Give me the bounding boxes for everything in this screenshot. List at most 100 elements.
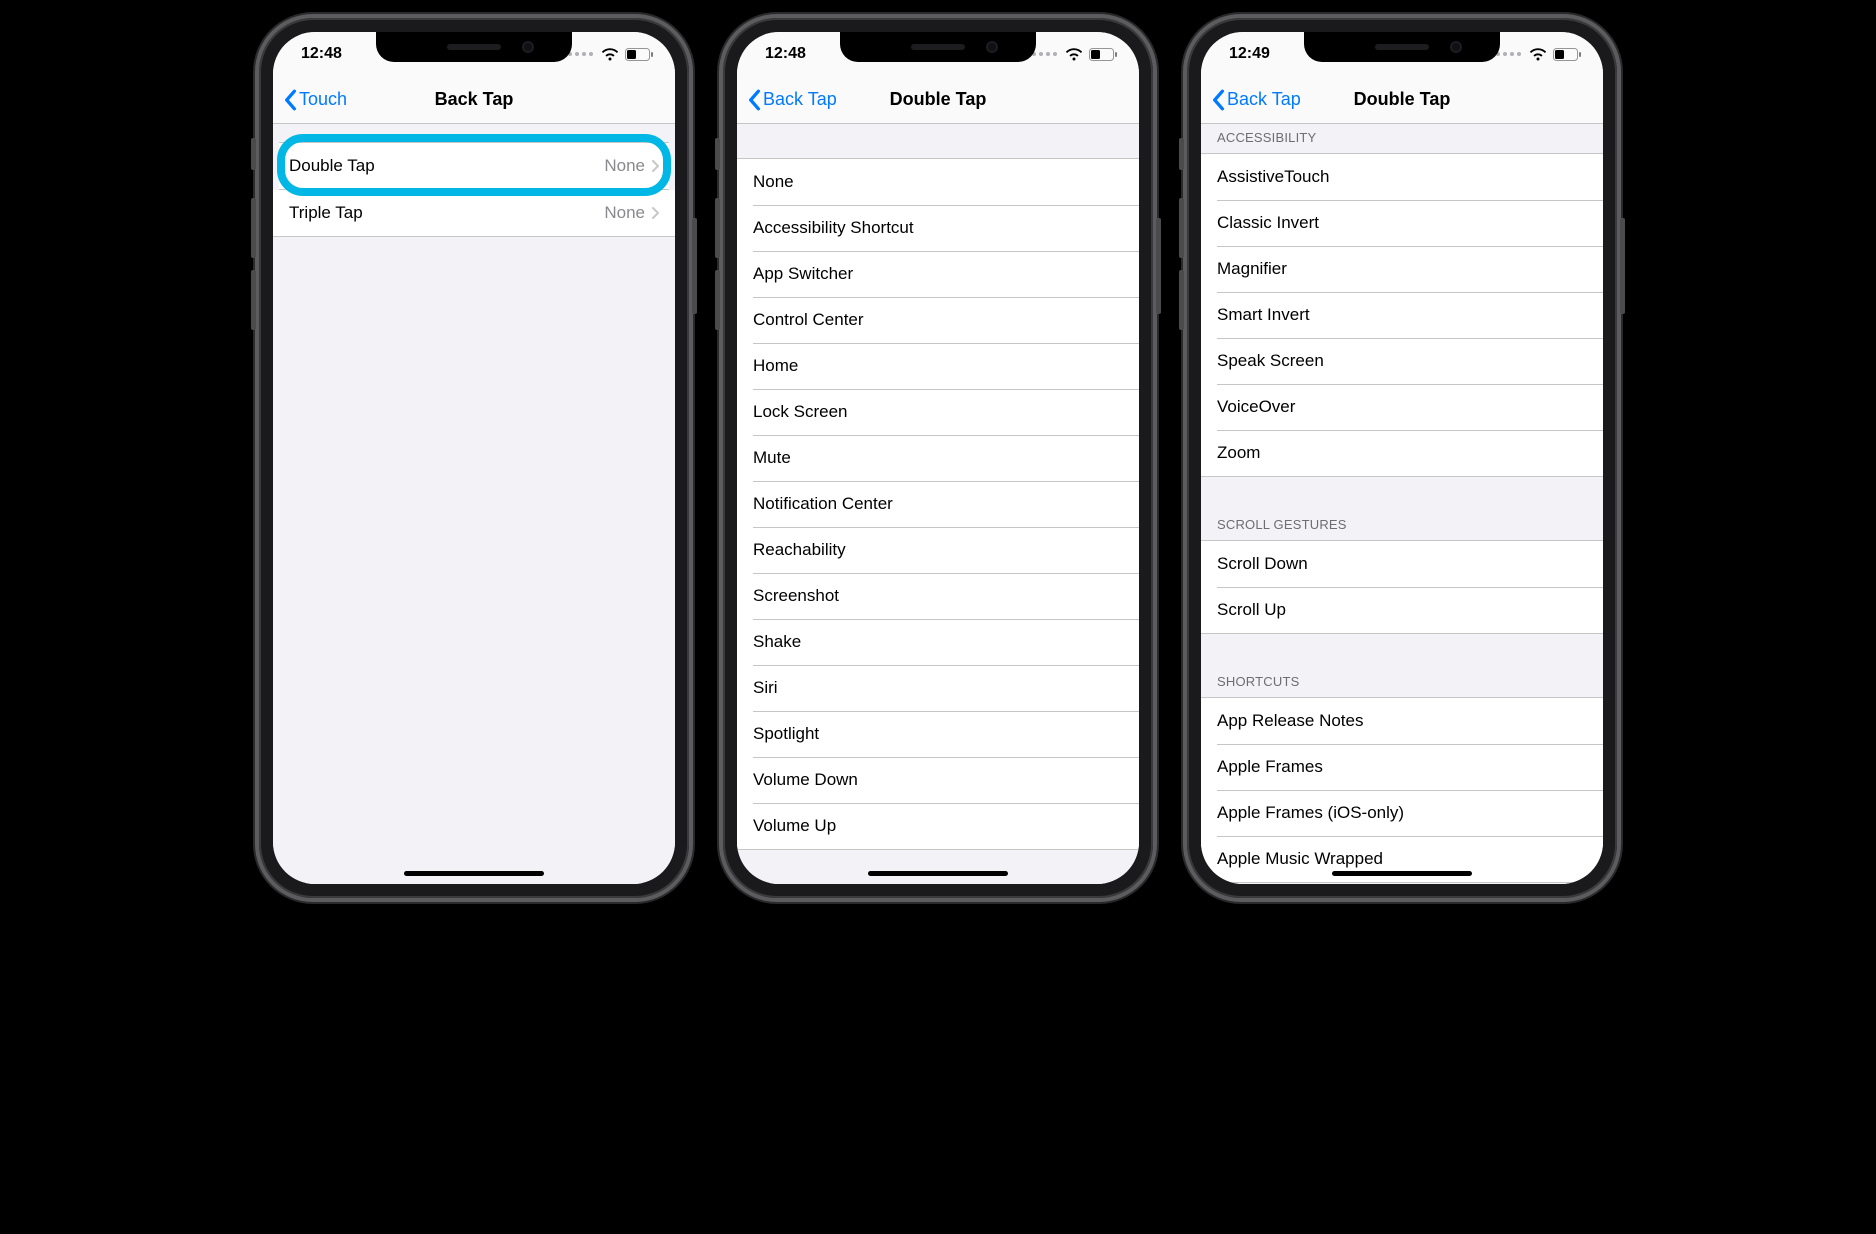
- row-label: Notification Center: [753, 494, 1123, 514]
- row-label: Volume Up: [753, 816, 1123, 836]
- list-row[interactable]: Home: [737, 343, 1139, 389]
- list-row[interactable]: Notification Center: [737, 481, 1139, 527]
- silence-switch[interactable]: [1179, 138, 1184, 170]
- list-row[interactable]: App Switcher: [737, 251, 1139, 297]
- row-label: Apple Music Wrapped: [1217, 849, 1587, 869]
- row-triple-tap[interactable]: Triple Tap None: [273, 190, 675, 236]
- list-row[interactable]: Classic Invert: [1201, 200, 1603, 246]
- phone-frame: 12:48 Touch Back Tap Double Tap None: [259, 18, 689, 898]
- settings-list[interactable]: ACCESSIBILITYAssistiveTouch Classic Inver…: [1201, 124, 1603, 884]
- list-row[interactable]: Shake: [737, 619, 1139, 665]
- notch: [840, 32, 1036, 62]
- list-row[interactable]: Magnifier: [1201, 246, 1603, 292]
- back-button[interactable]: Back Tap: [1211, 89, 1301, 111]
- list-row[interactable]: Accessibility Shortcut: [737, 205, 1139, 251]
- list-row[interactable]: Screenshot: [737, 573, 1139, 619]
- row-value: None: [604, 203, 645, 223]
- row-label: Double Tap: [289, 156, 604, 176]
- volume-down-button[interactable]: [1179, 270, 1184, 330]
- breadcrumb-dots-icon: [1032, 52, 1057, 56]
- back-label: Touch: [299, 89, 347, 110]
- silence-switch[interactable]: [251, 138, 256, 170]
- row-label: Classic Invert: [1217, 213, 1587, 233]
- row-label: Control Center: [753, 310, 1123, 330]
- row-label: Smart Invert: [1217, 305, 1587, 325]
- list-row[interactable]: VoiceOver: [1201, 384, 1603, 430]
- row-label: Triple Tap: [289, 203, 604, 223]
- row-label: Home: [753, 356, 1123, 376]
- group-header: ACCESSIBILITY: [1201, 124, 1603, 153]
- silence-switch[interactable]: [715, 138, 720, 170]
- row-label: Siri: [753, 678, 1123, 698]
- list-row[interactable]: AssistiveTouch: [1201, 154, 1603, 200]
- row-label: Lock Screen: [753, 402, 1123, 422]
- group-header: SCROLL GESTURES: [1201, 511, 1603, 540]
- row-label: Apple Frames (iOS-only): [1217, 803, 1587, 823]
- row-label: Scroll Down: [1217, 554, 1587, 574]
- row-label: Magnifier: [1217, 259, 1587, 279]
- list-row[interactable]: Smart Invert: [1201, 292, 1603, 338]
- wifi-icon: [601, 48, 619, 61]
- volume-down-button[interactable]: [715, 270, 720, 330]
- row-label: App Switcher: [753, 264, 1123, 284]
- back-button[interactable]: Back Tap: [747, 89, 837, 111]
- row-label: Zoom: [1217, 443, 1587, 463]
- power-button[interactable]: [1156, 218, 1161, 314]
- volume-up-button[interactable]: [1179, 198, 1184, 258]
- chevron-left-icon: [283, 89, 297, 111]
- row-double-tap[interactable]: Double Tap None: [279, 143, 669, 189]
- list-row[interactable]: Speak Screen: [1201, 338, 1603, 384]
- list-row[interactable]: Volume Down: [737, 757, 1139, 803]
- list-group: SHORTCUTSApp Release NotesApple FramesAp…: [1201, 668, 1603, 883]
- phone-frame: 12:48 Back Tap Double Tap None Accessibil…: [723, 18, 1153, 898]
- screen: 12:48 Touch Back Tap Double Tap None: [273, 32, 675, 884]
- row-label: Spotlight: [753, 724, 1123, 744]
- nav-bar: Touch Back Tap: [273, 76, 675, 124]
- volume-up-button[interactable]: [715, 198, 720, 258]
- list-row[interactable]: Volume Up: [737, 803, 1139, 849]
- row-value: None: [604, 156, 645, 176]
- chevron-left-icon: [1211, 89, 1225, 111]
- home-indicator[interactable]: [868, 871, 1008, 876]
- chevron-left-icon: [747, 89, 761, 111]
- status-time: 12:48: [765, 45, 806, 63]
- screen: 12:48 Back Tap Double Tap None Accessibil…: [737, 32, 1139, 884]
- list-row[interactable]: Scroll Down: [1201, 541, 1603, 587]
- power-button[interactable]: [1620, 218, 1625, 314]
- back-label: Back Tap: [1227, 89, 1301, 110]
- chevron-right-icon: [651, 159, 659, 173]
- list-row[interactable]: Siri: [737, 665, 1139, 711]
- notch: [376, 32, 572, 62]
- row-label: Volume Down: [753, 770, 1123, 790]
- row-label: Scroll Up: [1217, 600, 1587, 620]
- volume-down-button[interactable]: [251, 270, 256, 330]
- list-row[interactable]: App Release Notes: [1201, 698, 1603, 744]
- power-button[interactable]: [692, 218, 697, 314]
- row-label: Apple Frames: [1217, 757, 1587, 777]
- row-label: Screenshot: [753, 586, 1123, 606]
- list-row[interactable]: Scroll Up: [1201, 587, 1603, 633]
- list-group: ACCESSIBILITYAssistiveTouch Classic Inver…: [1201, 124, 1603, 477]
- list-row[interactable]: Spotlight: [737, 711, 1139, 757]
- list-row[interactable]: Mute: [737, 435, 1139, 481]
- list-row[interactable]: Apple Frames: [1201, 744, 1603, 790]
- row-label: VoiceOver: [1217, 397, 1587, 417]
- list-row[interactable]: Control Center: [737, 297, 1139, 343]
- battery-icon: [625, 48, 653, 61]
- settings-list[interactable]: None Accessibility Shortcut App Switcher Co…: [737, 124, 1139, 884]
- list-row[interactable]: Apple Frames (iOS-only): [1201, 790, 1603, 836]
- back-button[interactable]: Touch: [283, 89, 347, 111]
- list-row[interactable]: None: [737, 159, 1139, 205]
- nav-bar: Back Tap Double Tap: [737, 76, 1139, 124]
- row-label: Shake: [753, 632, 1123, 652]
- breadcrumb-dots-icon: [568, 52, 593, 56]
- home-indicator[interactable]: [1332, 871, 1472, 876]
- battery-icon: [1553, 48, 1581, 61]
- list-row[interactable]: Lock Screen: [737, 389, 1139, 435]
- row-label: Accessibility Shortcut: [753, 218, 1123, 238]
- list-row[interactable]: Zoom: [1201, 430, 1603, 476]
- volume-up-button[interactable]: [251, 198, 256, 258]
- list-row[interactable]: Reachability: [737, 527, 1139, 573]
- list-group: SCROLL GESTURES Scroll Down Scroll Up: [1201, 511, 1603, 634]
- home-indicator[interactable]: [404, 871, 544, 876]
